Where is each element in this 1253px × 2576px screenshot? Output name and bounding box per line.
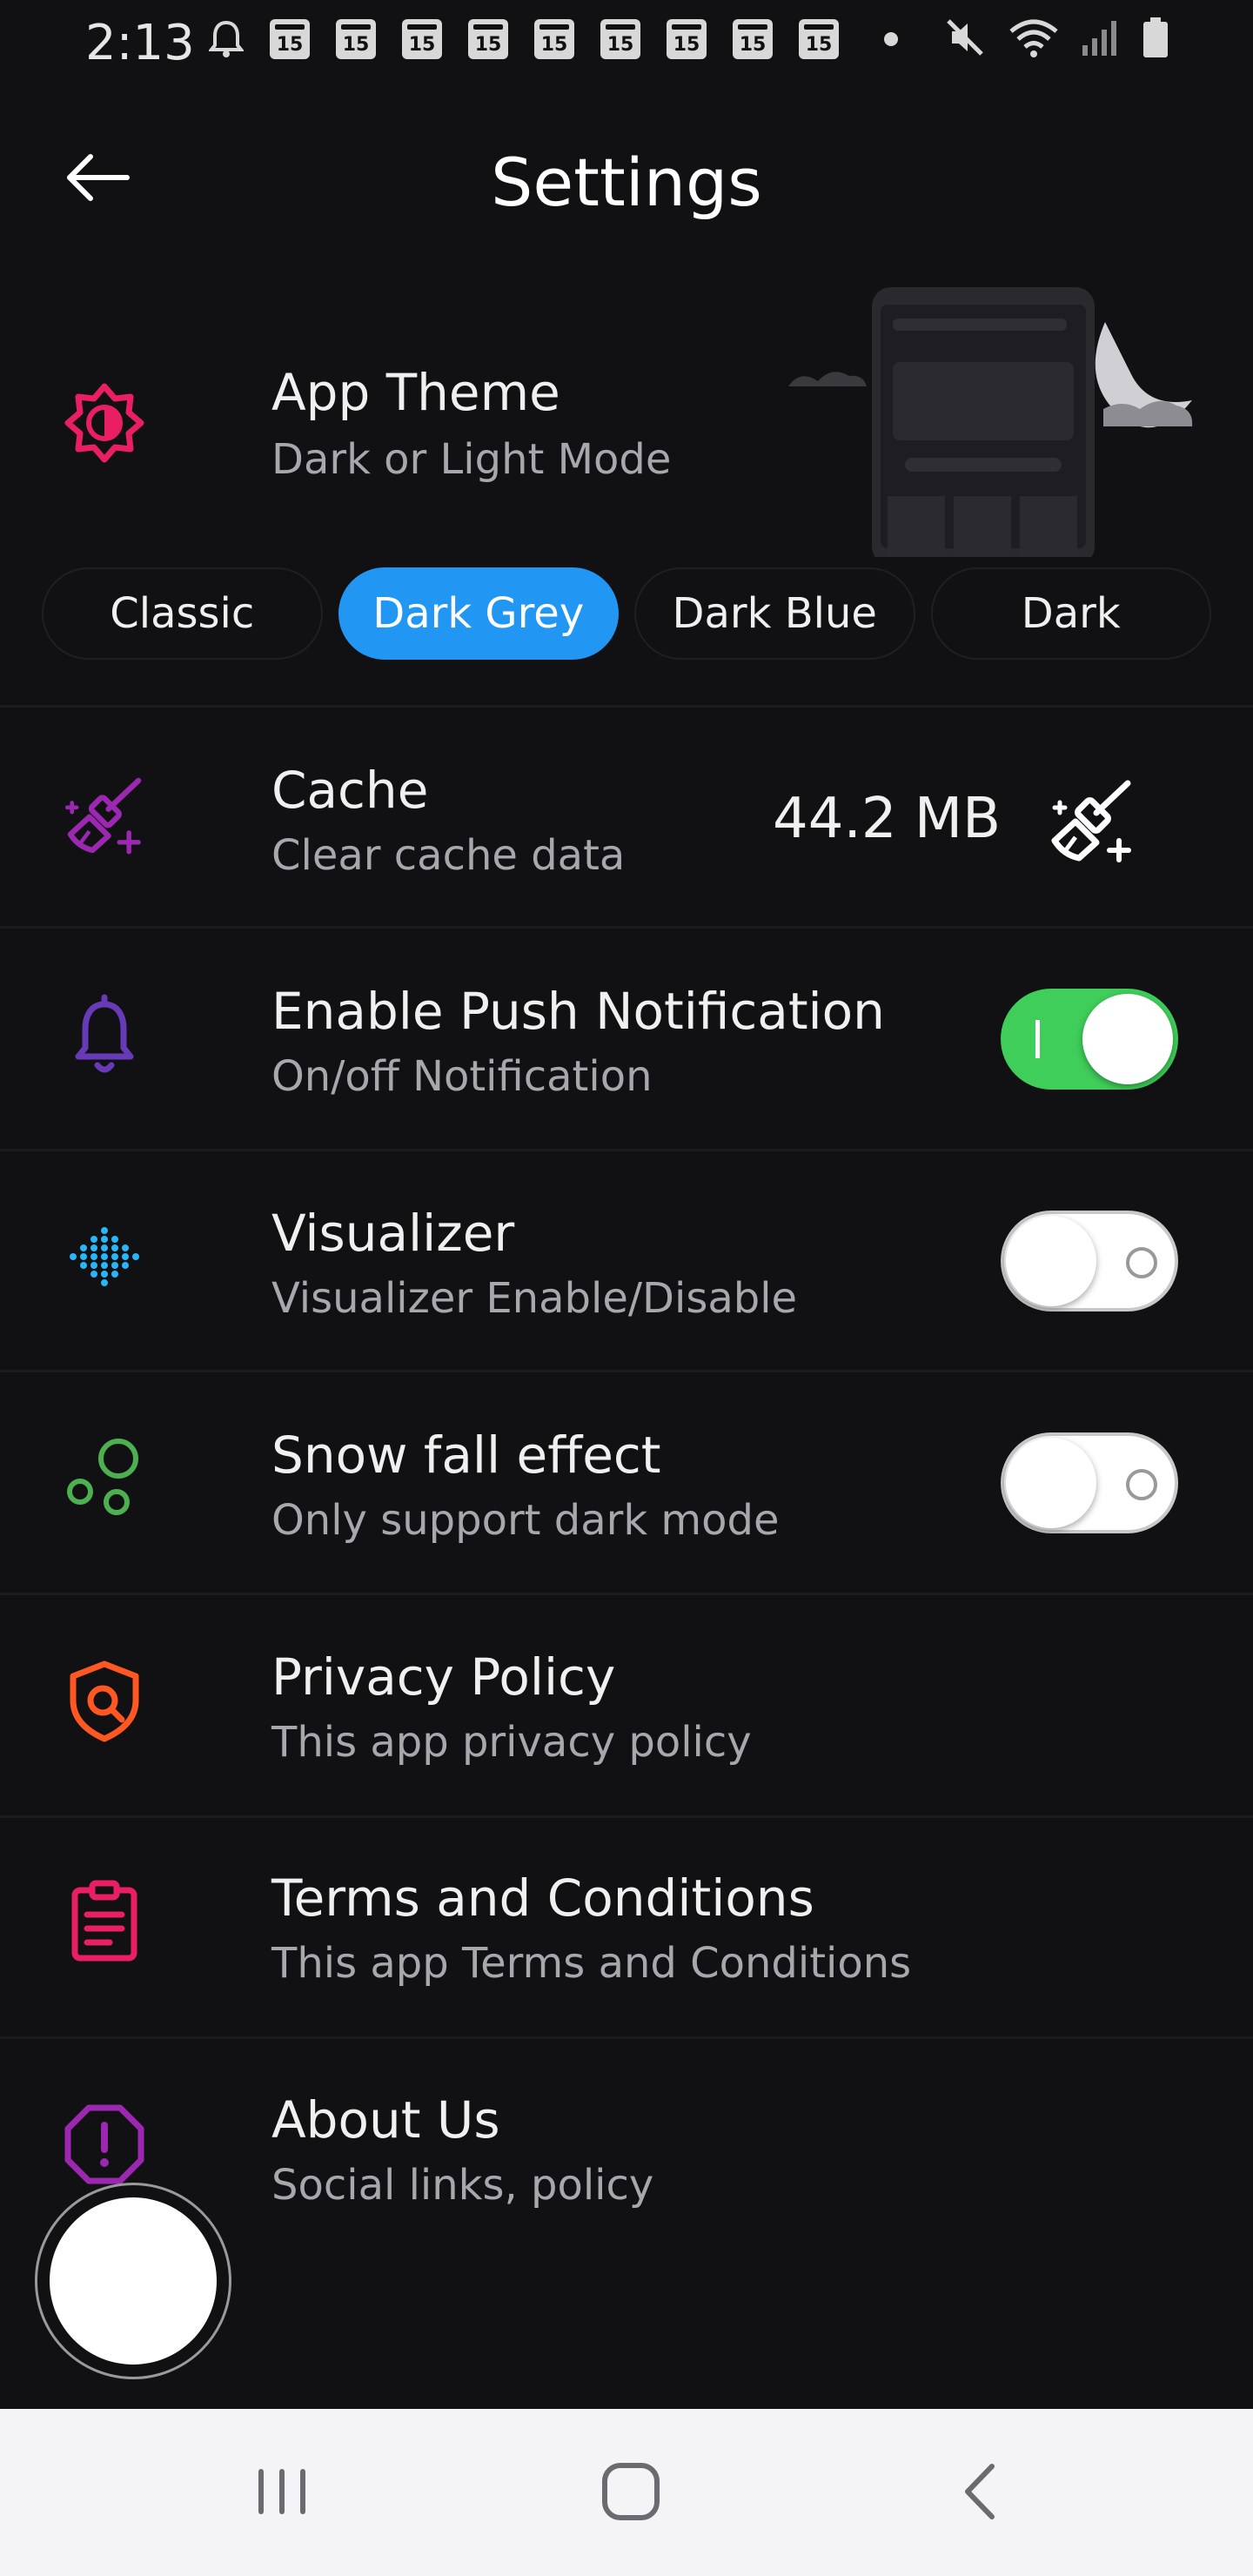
- calendar-icon: 15: [402, 19, 442, 59]
- home-icon[interactable]: [583, 2444, 679, 2539]
- status-bar: 2:13 15 15 15 15 15 15 15 15 15: [0, 0, 1253, 87]
- mute-icon: [947, 19, 983, 56]
- toggle-knob: [1006, 1438, 1096, 1528]
- shield-icon: [61, 1657, 148, 1744]
- theme-option-dark-blue[interactable]: Dark Blue: [634, 567, 915, 660]
- snow-fall-title: Snow fall effect: [271, 1426, 661, 1485]
- recent-apps-icon[interactable]: [235, 2444, 331, 2539]
- status-time: 2:13: [85, 15, 195, 71]
- visualizer-toggle[interactable]: [1001, 1211, 1178, 1311]
- status-system-icons: [943, 16, 1169, 59]
- settings-screen: 2:13 15 15 15 15 15 15 15 15 15 Settings…: [0, 0, 1253, 2409]
- wifi-icon: [1009, 19, 1058, 57]
- snow-fall-subtitle: Only support dark mode: [271, 1496, 780, 1545]
- back-icon[interactable]: [935, 2444, 1030, 2539]
- more-notifications-dot-icon: [884, 32, 898, 46]
- toggle-off-mark: [1126, 1247, 1157, 1278]
- push-notification-toggle[interactable]: [1001, 989, 1178, 1090]
- divider: [0, 705, 1253, 708]
- dot-matrix-icon: [61, 1213, 148, 1300]
- theme-subtitle: Dark or Light Mode: [271, 435, 672, 484]
- calendar-icon: 15: [733, 19, 773, 59]
- toggle-knob: [1082, 994, 1173, 1084]
- divider: [0, 1593, 1253, 1595]
- clipboard-icon: [61, 1876, 148, 1963]
- cache-subtitle: Clear cache data: [271, 831, 626, 880]
- calendar-icon: 15: [534, 19, 574, 59]
- calendar-icon: 15: [270, 19, 310, 59]
- divider: [0, 2036, 1253, 2039]
- visualizer-subtitle: Visualizer Enable/Disable: [271, 1274, 798, 1323]
- bell-icon: [61, 992, 148, 1079]
- calendar-icon: 15: [468, 19, 508, 59]
- toggle-off-mark: [1126, 1469, 1157, 1500]
- floating-action-button-face: [50, 2197, 217, 2365]
- calendar-icon: 15: [600, 19, 640, 59]
- theme-option-dark-grey[interactable]: Dark Grey: [338, 567, 619, 660]
- theme-option-classic[interactable]: Classic: [42, 567, 323, 660]
- system-navigation-bar: [0, 2409, 1253, 2576]
- theme-options: Classic Dark Grey Dark Blue Dark: [42, 567, 1211, 661]
- divider: [0, 1149, 1253, 1151]
- snow-fall-toggle[interactable]: [1001, 1432, 1178, 1533]
- brightness-icon: [61, 379, 148, 466]
- terms-title: Terms and Conditions: [271, 1868, 814, 1928]
- terms-subtitle: This app Terms and Conditions: [271, 1939, 912, 1988]
- theme-title: App Theme: [271, 363, 560, 422]
- alert-octagon-icon: [61, 2101, 148, 2188]
- signal-icon: [1082, 21, 1116, 56]
- privacy-policy-subtitle: This app privacy policy: [271, 1718, 752, 1767]
- cache-size: 44.2 MB: [773, 787, 1001, 851]
- privacy-policy-title: Privacy Policy: [271, 1647, 616, 1707]
- divider: [0, 1815, 1253, 1818]
- alarm-bell-icon: [209, 20, 244, 57]
- about-subtitle: Social links, policy: [271, 2161, 654, 2210]
- status-notification-icons: 15 15 15 15 15 15 15 15 15: [209, 19, 898, 59]
- theme-illustration: [788, 287, 1193, 557]
- theme-option-dark[interactable]: Dark: [930, 567, 1211, 660]
- calendar-icon: 15: [799, 19, 839, 59]
- cache-title: Cache: [271, 761, 429, 820]
- push-notification-subtitle: On/off Notification: [271, 1052, 653, 1101]
- divider: [0, 926, 1253, 929]
- divider: [0, 1370, 1253, 1372]
- calendar-icon: 15: [336, 19, 376, 59]
- page-title: Settings: [491, 144, 762, 221]
- battery-icon: [1143, 17, 1168, 57]
- toggle-on-mark: [1035, 1020, 1040, 1058]
- clear-cache-broom-icon[interactable]: [1044, 771, 1140, 867]
- broom-icon: [61, 771, 148, 858]
- visualizer-title: Visualizer: [271, 1204, 515, 1263]
- toggle-knob: [1006, 1216, 1096, 1306]
- calendar-icon: 15: [667, 19, 707, 59]
- floating-action-button[interactable]: [35, 2183, 231, 2379]
- push-notification-title: Enable Push Notification: [271, 982, 885, 1041]
- about-title: About Us: [271, 2090, 500, 2150]
- bubbles-icon: [61, 1434, 148, 1521]
